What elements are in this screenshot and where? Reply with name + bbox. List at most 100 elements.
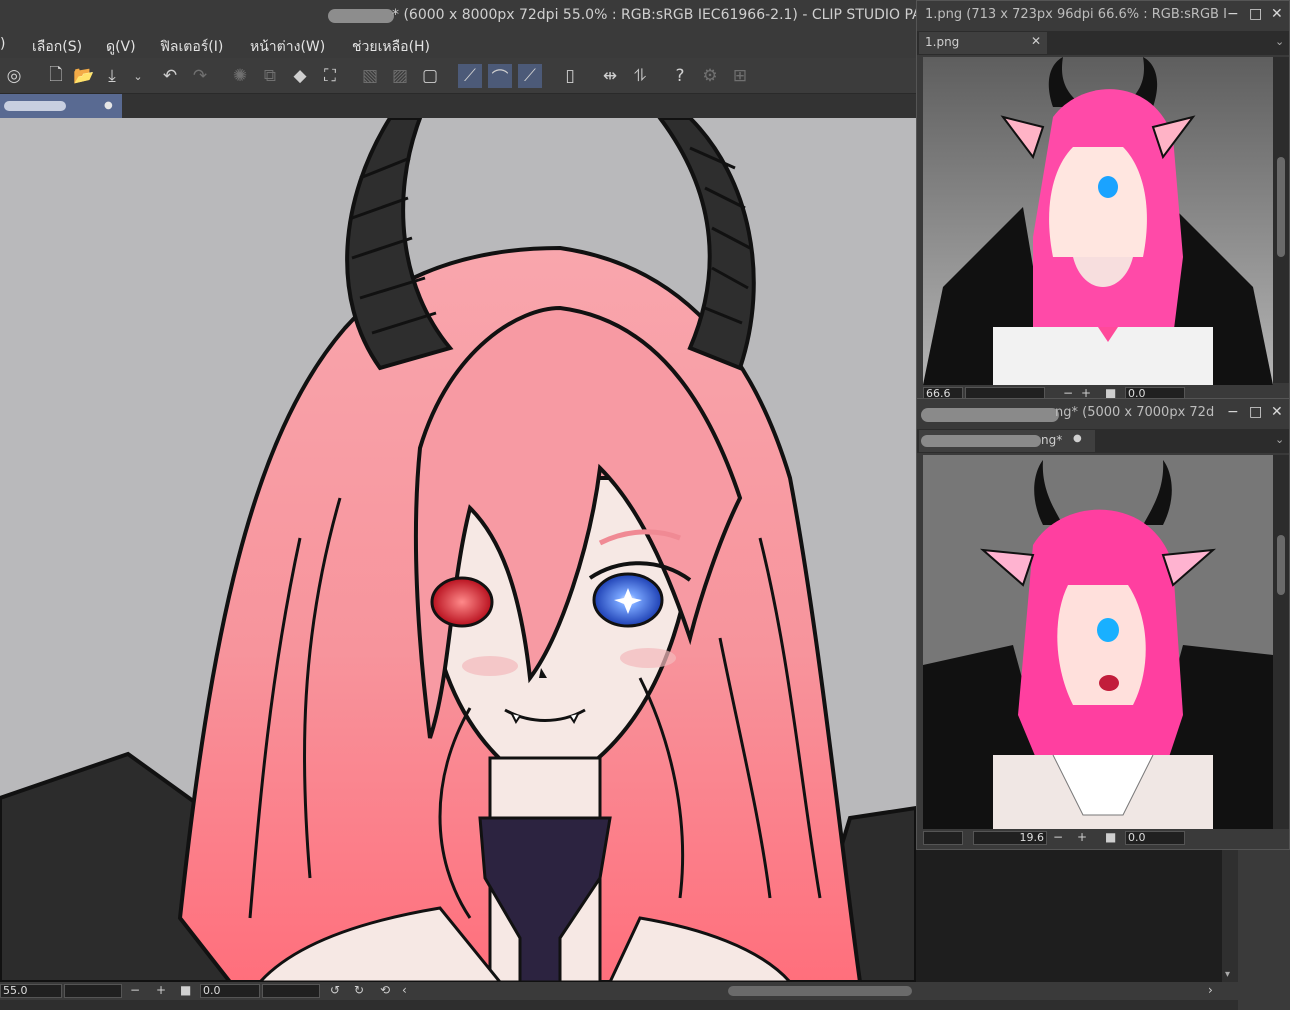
tablet-icon[interactable]: ▯ [558, 64, 582, 88]
blush-left [462, 656, 518, 676]
sub-view-2-tab-label: ng* [1041, 433, 1063, 447]
side-area [1238, 850, 1290, 1010]
rotate-left-icon[interactable]: ↺ [330, 983, 340, 997]
command-bar: ◎ 🗋 📂 ⤓ ⌄ ↶ ↷ ✺ ⧉ ◆ ⛶ ▧ ▨ ▢ ⟋ ⌒ ⟋ ▯ ⇹ ⥮ … [0, 58, 920, 94]
eye-left [430, 576, 494, 628]
sub-view-2-zoom[interactable]: 19.6 [973, 831, 1047, 845]
window-title: * (6000 x 8000px 72dpi 55.0% : RGB:sRGB … [392, 7, 958, 23]
main-vscroll[interactable]: ▾ [1222, 850, 1238, 982]
sub-view-2-title: ng* (5000 x 7000px 72d [1055, 405, 1215, 420]
close-icon[interactable]: ✕ [1271, 404, 1283, 420]
clip-studio-icon[interactable]: ◎ [2, 64, 26, 88]
character-artwork [0, 118, 916, 982]
zoom-out-icon[interactable]: − [130, 983, 140, 997]
canvas-tab-active[interactable]: ● [0, 94, 122, 118]
sub-view-2-nav[interactable] [923, 831, 963, 845]
menu-bar: ) เลือก(S) ดู(V) ฟิลเตอร์(I) หน้าต่าง(W)… [0, 32, 920, 58]
menu-item-filter[interactable]: ฟิลเตอร์(I) [160, 36, 223, 58]
flip-vertical-icon[interactable]: ⥮ [628, 64, 652, 88]
menu-item-help[interactable]: ช่วยเหลือ(H) [352, 36, 430, 58]
sub-view-1-vscroll[interactable] [1273, 57, 1289, 383]
rotate-right-icon[interactable]: ↻ [354, 983, 364, 997]
scroll-thumb[interactable] [1277, 157, 1285, 257]
clear-selection-icon[interactable]: ▨ [388, 64, 412, 88]
special-ruler-snap-icon[interactable]: ⌒ [488, 64, 512, 89]
chevron-down-icon[interactable]: ⌄ [126, 64, 150, 88]
minimize-icon[interactable]: − [1227, 6, 1239, 22]
reference-artwork-2 [923, 460, 1273, 829]
close-icon[interactable]: ✕ [1271, 6, 1283, 22]
clear-outside-icon[interactable]: ▧ [358, 64, 382, 88]
fit-icon[interactable]: ■ [180, 983, 191, 997]
maximize-icon[interactable]: □ [1249, 404, 1262, 420]
horizontal-scroll-thumb[interactable] [728, 986, 912, 996]
loading-icon[interactable]: ✺ [228, 64, 252, 88]
scroll-left-icon[interactable]: ‹ [402, 983, 407, 997]
transform-icon[interactable]: ⧉ [258, 64, 282, 88]
rotation-field[interactable]: 0.0 [200, 984, 260, 998]
canvas-tab-bar: ● [0, 94, 920, 118]
reference-artwork-1 [923, 57, 1273, 385]
sub-view-1-titlebar: 1.png (713 x 723px 96dpi 66.6% : RGB:sRG… [917, 1, 1289, 31]
fill-icon[interactable]: ◆ [288, 64, 312, 88]
chevron-down-icon[interactable]: ⌄ [1275, 35, 1284, 48]
sub-view-2-titlebar: ng* (5000 x 7000px 72d − □ ✕ [917, 399, 1289, 429]
sub-view-2-vscroll[interactable] [1273, 455, 1289, 829]
menu-item-window[interactable]: หน้าต่าง(W) [250, 36, 325, 58]
zoom-in-icon[interactable]: + [156, 983, 166, 997]
settings-icon[interactable]: ⚙ [698, 64, 722, 88]
open-folder-icon[interactable]: 📂 [72, 64, 96, 88]
reference-image-2[interactable] [923, 455, 1273, 829]
sub-view-1-tab-label: 1.png [925, 35, 960, 49]
main-canvas[interactable] [0, 118, 916, 982]
help-icon[interactable]: ? [668, 64, 692, 88]
zoom-slider[interactable] [64, 984, 122, 998]
zoom-out-icon[interactable]: − [1053, 830, 1063, 844]
scroll-down-icon[interactable]: ▾ [1225, 969, 1230, 980]
tab-close-icon[interactable]: ✕ [1031, 34, 1041, 48]
canvas-status-bar: 55.0 − + ■ 0.0 ↺ ↻ ⟲ ‹ › [0, 982, 1238, 1000]
clip-studio-window: * (6000 x 8000px 72dpi 55.0% : RGB:sRGB … [0, 0, 1290, 1010]
modified-dot-icon: ● [1073, 433, 1082, 444]
reference-image-1[interactable] [923, 57, 1273, 385]
maximize-icon[interactable]: □ [1249, 6, 1262, 22]
rotation-slider[interactable] [262, 984, 320, 998]
bottom-edge [0, 1000, 1238, 1010]
fit-icon[interactable]: ■ [1105, 830, 1116, 844]
minimize-icon[interactable]: − [1227, 404, 1239, 420]
menu-item-select[interactable]: เลือก(S) [32, 36, 82, 58]
grid-snap-icon[interactable]: ⟋ [518, 64, 542, 88]
sub-view-2-tab[interactable]: ng* ● [919, 430, 1095, 452]
redacted-filename-2 [921, 408, 1059, 422]
chevron-down-icon[interactable]: ⌄ [1275, 433, 1284, 446]
sub-view-panel-1: 1.png (713 x 723px 96dpi 66.6% : RGB:sRG… [916, 0, 1290, 401]
layout-icon[interactable]: ⊞ [728, 64, 752, 88]
sub-view-2-status: 19.6 − + ■ 0.0 [917, 829, 1289, 845]
scroll-thumb[interactable] [1277, 535, 1285, 595]
blush-right [620, 648, 676, 668]
redo-icon[interactable]: ↷ [188, 64, 212, 88]
zoom-field[interactable]: 55.0 [0, 984, 62, 998]
redacted-tab-name [4, 101, 66, 111]
redacted-filename [328, 9, 394, 23]
save-icon[interactable]: ⤓ [100, 64, 124, 88]
sub-view-1-title: 1.png (713 x 723px 96dpi 66.6% : RGB:sRG… [925, 7, 1227, 22]
scroll-right-icon[interactable]: › [1208, 983, 1213, 997]
sub-view-1-tabbar: 1.png ✕ ⌄ [917, 31, 1289, 55]
crop-icon[interactable]: ⛶ [318, 64, 342, 88]
modified-dot-icon: ● [104, 100, 113, 111]
sub-view-panel-2: ng* (5000 x 7000px 72d − □ ✕ ng* ● ⌄ 19.… [916, 398, 1290, 850]
reset-rotation-icon[interactable]: ⟲ [380, 983, 390, 997]
new-file-icon[interactable]: 🗋 [44, 64, 68, 88]
menu-item-view[interactable]: ดู(V) [106, 36, 136, 58]
select-all-icon[interactable]: ▢ [418, 64, 442, 88]
sub-view-1-tab[interactable]: 1.png ✕ [919, 32, 1047, 54]
sub-view-2-rotation[interactable]: 0.0 [1125, 831, 1185, 845]
canvas-gap [916, 850, 1222, 982]
redacted-tab-name-2 [921, 435, 1041, 447]
zoom-in-icon[interactable]: + [1077, 830, 1087, 844]
menu-item-partial[interactable]: ) [0, 36, 5, 52]
undo-icon[interactable]: ↶ [158, 64, 182, 88]
flip-horizontal-icon[interactable]: ⇹ [598, 64, 622, 88]
ruler-snap-icon[interactable]: ⟋ [458, 64, 482, 88]
